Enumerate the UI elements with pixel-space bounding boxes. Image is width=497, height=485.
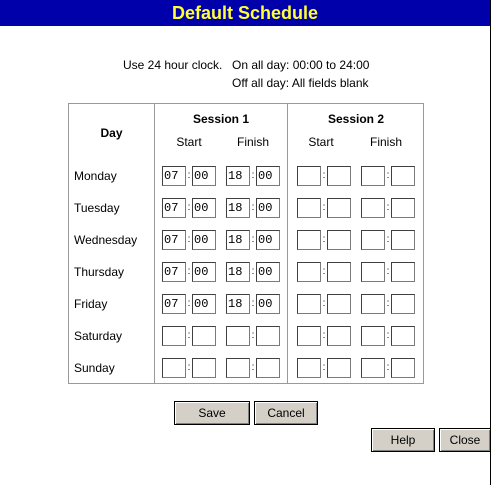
session2-start-minute-input[interactable] <box>327 166 351 186</box>
session1-finish-hour-input[interactable]: 18 <box>226 230 250 250</box>
clock-note: Use 24 hour clock. <box>123 58 223 72</box>
session1-finish-hour-input[interactable] <box>226 358 250 378</box>
window-edge <box>490 0 497 485</box>
session2-finish-minute-input[interactable] <box>391 358 415 378</box>
session1-start-minute-input[interactable]: 00 <box>192 230 216 250</box>
session1-header: Session 1 <box>192 112 250 126</box>
session1-finish-minute-input[interactable] <box>256 326 280 346</box>
session2-start-hour-input[interactable] <box>297 198 321 218</box>
session2-start-hour-input[interactable] <box>297 358 321 378</box>
session1-finish-minute-input[interactable]: 00 <box>256 294 280 314</box>
session1-start-hour-input[interactable]: 07 <box>162 294 186 314</box>
session1-start-minute-input[interactable]: 00 <box>192 294 216 314</box>
off-all-day-note: Off all day: All fields blank <box>232 76 369 90</box>
session1-finish-hour-input[interactable]: 18 <box>226 198 250 218</box>
session2-finish-minute-input[interactable] <box>391 230 415 250</box>
day-label: Sunday <box>74 361 115 375</box>
session1-finish-minute-input[interactable]: 00 <box>256 198 280 218</box>
session2-start-minute-input[interactable] <box>327 326 351 346</box>
session2-finish-hour-input[interactable] <box>361 262 385 282</box>
column-divider <box>154 104 155 383</box>
session2-start-hour-input[interactable] <box>297 262 321 282</box>
page-title: Default Schedule <box>0 0 490 26</box>
cancel-button[interactable]: Cancel <box>254 401 318 425</box>
session2-start-label: Start <box>308 135 334 149</box>
session1-start-hour-input[interactable]: 07 <box>162 198 186 218</box>
session2-finish-hour-input[interactable] <box>361 294 385 314</box>
session2-finish-hour-input[interactable] <box>361 358 385 378</box>
session2-finish-minute-input[interactable] <box>391 326 415 346</box>
close-button[interactable]: Close <box>439 428 491 452</box>
session2-start-minute-input[interactable] <box>327 262 351 282</box>
session1-finish-minute-input[interactable]: 00 <box>256 166 280 186</box>
help-button[interactable]: Help <box>371 428 435 452</box>
session1-start-label: Start <box>176 135 202 149</box>
day-header: Day <box>100 126 123 140</box>
session1-start-hour-input[interactable]: 07 <box>162 230 186 250</box>
day-label: Saturday <box>74 329 123 343</box>
session1-start-hour-input[interactable] <box>162 358 186 378</box>
session2-finish-label: Finish <box>369 135 402 149</box>
session1-finish-hour-input[interactable]: 18 <box>226 262 250 282</box>
session1-start-hour-input[interactable] <box>162 326 186 346</box>
session1-start-minute-input[interactable]: 00 <box>192 166 216 186</box>
session1-start-hour-input[interactable]: 07 <box>162 166 186 186</box>
session2-finish-hour-input[interactable] <box>361 166 385 186</box>
session2-finish-minute-input[interactable] <box>391 262 415 282</box>
day-label: Wednesday <box>74 233 138 247</box>
session2-finish-minute-input[interactable] <box>391 198 415 218</box>
session2-finish-hour-input[interactable] <box>361 230 385 250</box>
session1-start-minute-input[interactable]: 00 <box>192 198 216 218</box>
session1-start-hour-input[interactable]: 07 <box>162 262 186 282</box>
session2-finish-hour-input[interactable] <box>361 198 385 218</box>
session2-start-hour-input[interactable] <box>297 294 321 314</box>
session1-finish-hour-input[interactable] <box>226 326 250 346</box>
session1-finish-label: Finish <box>236 135 269 149</box>
session2-finish-minute-input[interactable] <box>391 166 415 186</box>
day-label: Monday <box>74 169 117 183</box>
session2-start-minute-input[interactable] <box>327 294 351 314</box>
on-all-day-note: On all day: 00:00 to 24:00 <box>232 58 370 72</box>
session1-finish-minute-input[interactable] <box>256 358 280 378</box>
session2-start-hour-input[interactable] <box>297 166 321 186</box>
session2-start-hour-input[interactable] <box>297 230 321 250</box>
session1-start-minute-input[interactable]: 00 <box>192 262 216 282</box>
session2-finish-hour-input[interactable] <box>361 326 385 346</box>
column-divider <box>287 104 288 383</box>
session2-header: Session 2 <box>327 112 385 126</box>
session1-finish-hour-input[interactable]: 18 <box>226 294 250 314</box>
session2-finish-minute-input[interactable] <box>391 294 415 314</box>
schedule-table: Day Session 1 Session 2 Start Finish Sta… <box>68 103 424 384</box>
day-label: Tuesday <box>74 201 120 215</box>
day-label: Friday <box>74 297 108 311</box>
session2-start-hour-input[interactable] <box>297 326 321 346</box>
session1-finish-minute-input[interactable]: 00 <box>256 230 280 250</box>
session1-start-minute-input[interactable] <box>192 358 216 378</box>
session2-start-minute-input[interactable] <box>327 358 351 378</box>
session1-finish-hour-input[interactable]: 18 <box>226 166 250 186</box>
session2-start-minute-input[interactable] <box>327 198 351 218</box>
session1-finish-minute-input[interactable]: 00 <box>256 262 280 282</box>
day-label: Thursday <box>74 265 125 279</box>
session2-start-minute-input[interactable] <box>327 230 351 250</box>
session1-start-minute-input[interactable] <box>192 326 216 346</box>
save-button[interactable]: Save <box>174 401 250 425</box>
